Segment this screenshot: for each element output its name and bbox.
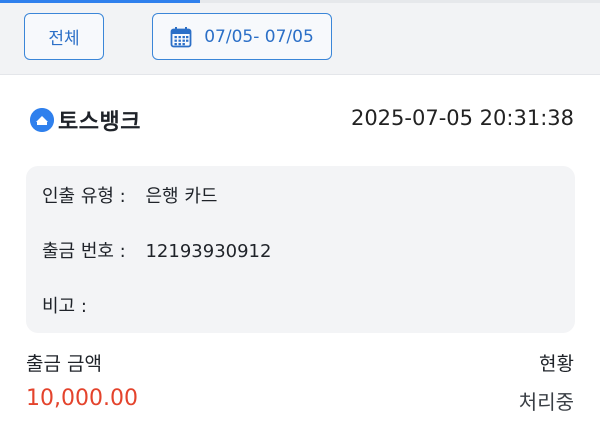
withdrawal-type-label: 인출 유형 : bbox=[42, 186, 126, 207]
withdrawal-number-row: 출금 번호 : 12193930912 bbox=[42, 237, 271, 263]
filter-bar: 전체 07/05- 07/05 bbox=[0, 3, 600, 75]
memo-label: 비고 : bbox=[42, 296, 87, 317]
toss-bank-logo-icon bbox=[30, 108, 54, 132]
withdrawal-number-value: 12193930912 bbox=[145, 241, 272, 262]
filter-all-button[interactable]: 전체 bbox=[24, 13, 104, 60]
date-range-button[interactable]: 07/05- 07/05 bbox=[152, 13, 332, 60]
withdrawal-type-value: 은행 카드 bbox=[145, 186, 218, 207]
withdrawal-amount-label: 출금 금액 bbox=[26, 353, 102, 375]
calendar-icon bbox=[170, 26, 192, 47]
memo-row: 비고 : bbox=[42, 292, 107, 318]
transaction-timestamp: 2025-07-05 20:31:38 bbox=[350, 106, 574, 130]
withdrawal-number-label: 출금 번호 : bbox=[42, 241, 126, 262]
date-range-label: 07/05- 07/05 bbox=[204, 26, 314, 47]
status-value: 처리중 bbox=[518, 390, 574, 414]
withdrawal-type-row: 인출 유형 : 은행 카드 bbox=[42, 182, 217, 208]
transaction-header: 토스뱅크 2025-07-05 20:31:38 bbox=[0, 100, 600, 144]
bank-name: 토스뱅크 bbox=[58, 110, 141, 135]
transaction-detail-box: 인출 유형 : 은행 카드 출금 번호 : 12193930912 비고 : bbox=[26, 166, 575, 333]
filter-all-label: 전체 bbox=[48, 29, 80, 49]
status-label: 현황 bbox=[539, 353, 574, 375]
withdrawal-amount-value: 10,000.00 bbox=[26, 386, 138, 411]
